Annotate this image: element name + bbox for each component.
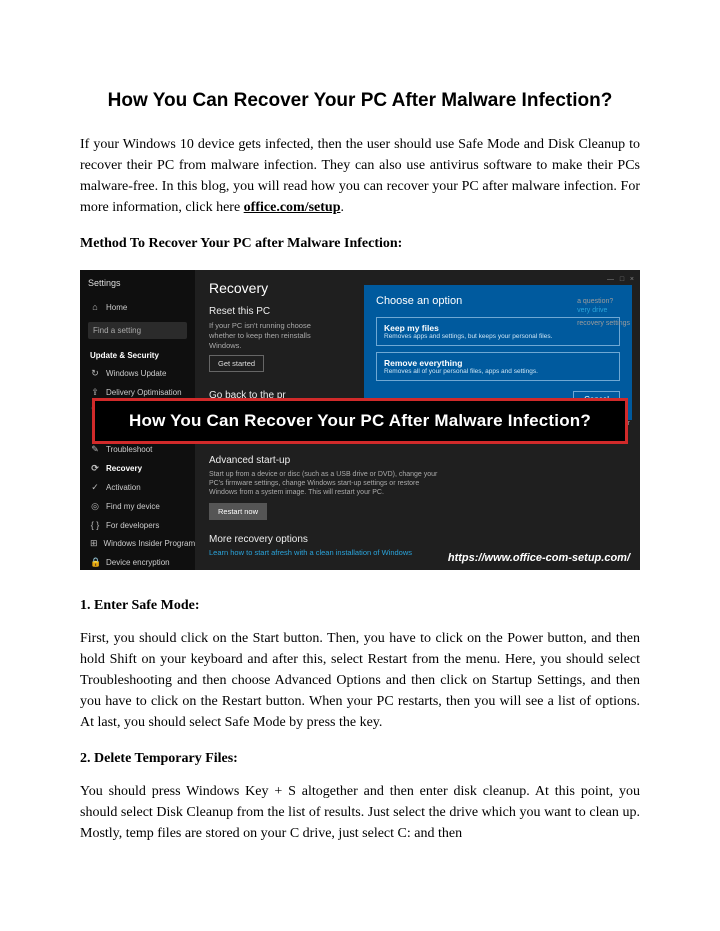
sidebar-item-device-encryption[interactable]: 🔒 Device encryption: [88, 553, 187, 570]
sidebar-item-home[interactable]: ⌂ Home: [88, 298, 187, 316]
recovery-icon: ⟳: [90, 463, 100, 474]
watermark-url: https://www.office-com-setup.com/: [448, 552, 630, 564]
option-description: Removes all of your personal files, apps…: [384, 368, 612, 375]
option-description: Removes apps and settings, but keeps you…: [384, 333, 612, 340]
sidebar-item-label: Device encryption: [106, 558, 170, 567]
banner-text: How You Can Recover Your PC After Malwar…: [129, 411, 591, 430]
advanced-startup-description: Start up from a device or disc (such as …: [209, 470, 439, 497]
developers-icon: { }: [90, 520, 100, 530]
step-1-body: First, you should click on the Start but…: [80, 628, 640, 733]
method-heading: Method To Recover Your PC after Malware …: [80, 236, 640, 252]
update-icon: ↻: [90, 368, 100, 379]
option-remove-everything[interactable]: Remove everything Removes all of your pe…: [376, 352, 620, 381]
home-icon: ⌂: [90, 302, 100, 312]
overlay-banner: How You Can Recover Your PC After Malwar…: [92, 398, 628, 444]
sidebar-item-label: Home: [106, 303, 127, 312]
find-setting-input[interactable]: Find a setting: [88, 322, 187, 339]
help-sidebar-snippet: a question? very drive recovery settings: [577, 298, 630, 327]
restart-now-button[interactable]: Restart now: [209, 503, 267, 520]
page-title: How You Can Recover Your PC After Malwar…: [80, 90, 640, 112]
delivery-icon: ⇪: [90, 387, 100, 398]
intro-period: .: [340, 200, 344, 215]
sidebar-item-find-my-device[interactable]: ◎ Find my device: [88, 497, 187, 516]
activation-icon: ✓: [90, 482, 100, 493]
window-controls: — □ ×: [607, 276, 634, 283]
sidebar-item-label: For developers: [106, 521, 159, 530]
reset-description: If your PC isn't running choose whether …: [209, 321, 314, 350]
step-2-heading: 2. Delete Temporary Files:: [80, 751, 640, 767]
sidebar-section-update-security: Update & Security: [88, 347, 187, 364]
more-recovery-heading: More recovery options: [209, 534, 626, 545]
sidebar-item-recovery[interactable]: ⟳ Recovery: [88, 459, 187, 478]
sidebar-item-label: Windows Insider Programme: [104, 539, 207, 548]
advanced-startup-heading: Advanced start-up: [209, 455, 626, 466]
find-device-icon: ◎: [90, 501, 100, 512]
sidebar-item-label: Find my device: [106, 502, 160, 511]
sidebar-item-label: Windows Update: [106, 369, 166, 378]
intro-link[interactable]: office.com/setup: [244, 200, 341, 215]
intro-text: If your Windows 10 device gets infected,…: [80, 137, 640, 215]
step-1-heading: 1. Enter Safe Mode:: [80, 598, 640, 614]
windows-recovery-screenshot: Settings ⌂ Home Find a setting Update & …: [80, 270, 640, 570]
sidebar-item-label: Recovery: [106, 464, 142, 473]
sidebar-item-insider-programme[interactable]: ⊞Windows Insider Programme: [88, 534, 187, 553]
sidebar-item-activation[interactable]: ✓ Activation: [88, 478, 187, 497]
sidebar-item-for-developers[interactable]: { } For developers: [88, 516, 187, 534]
sidebar-item-label: Troubleshoot: [106, 445, 152, 454]
troubleshoot-icon: ✎: [90, 444, 100, 455]
sidebar-item-label: Delivery Optimisation: [106, 388, 182, 397]
intro-paragraph: If your Windows 10 device gets infected,…: [80, 134, 640, 218]
lock-icon: 🔒: [90, 557, 100, 568]
sidebar-item-label: Activation: [106, 483, 141, 492]
settings-label: Settings: [88, 278, 187, 288]
insider-icon: ⊞: [90, 538, 98, 549]
sidebar-item-windows-update[interactable]: ↻ Windows Update: [88, 364, 187, 383]
option-title: Remove everything: [384, 358, 612, 368]
get-started-button[interactable]: Get started: [209, 355, 264, 372]
step-2-body: You should press Windows Key + S altoget…: [80, 781, 640, 844]
